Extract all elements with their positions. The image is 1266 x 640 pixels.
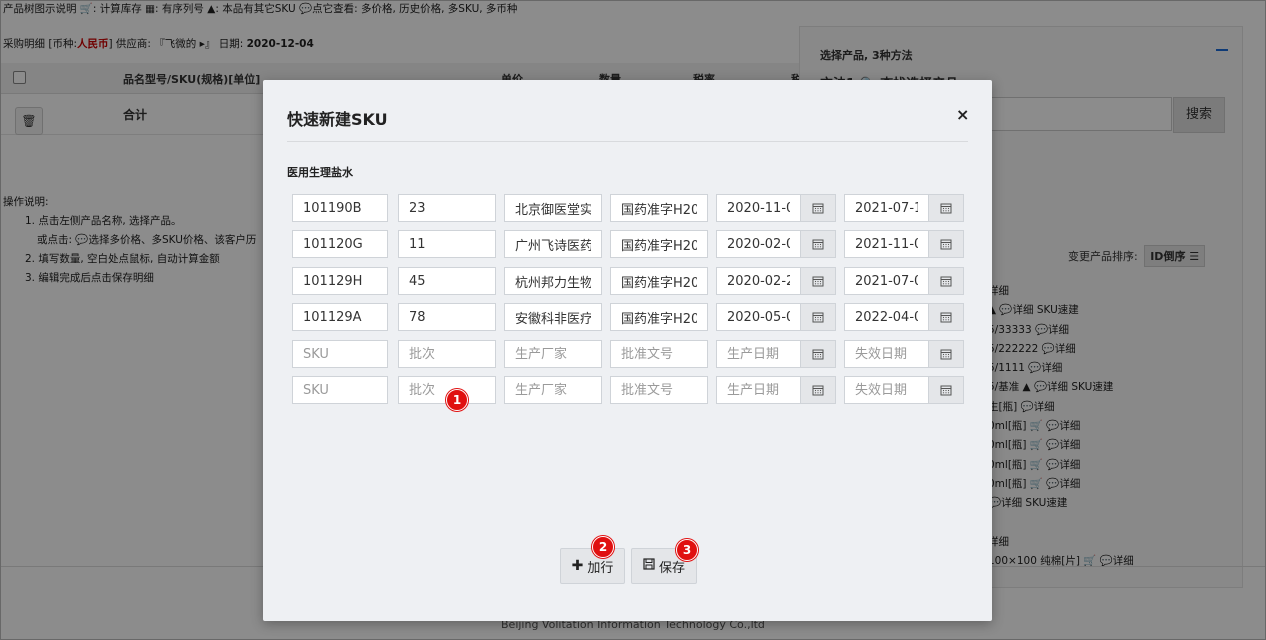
approval-field	[610, 376, 708, 404]
batch-input[interactable]	[399, 304, 495, 330]
manufacturer-field	[504, 340, 602, 368]
add-row-label: 加行	[587, 560, 614, 576]
batch-field	[398, 267, 496, 295]
annotation-badge-3: 3	[676, 539, 698, 561]
sku-field	[292, 230, 388, 258]
plus-icon: ✚	[571, 558, 584, 574]
batch-field	[398, 194, 496, 222]
manufacturer-field	[504, 267, 602, 295]
approval-input[interactable]	[611, 195, 707, 221]
calendar-icon[interactable]	[800, 268, 835, 294]
production-date-input[interactable]	[717, 304, 800, 330]
calendar-icon[interactable]	[800, 304, 835, 330]
production-date-input[interactable]	[717, 195, 800, 221]
expiry-date-picker	[844, 340, 964, 368]
batch-field	[398, 340, 496, 368]
sku-input[interactable]	[293, 268, 387, 294]
expiry-date-input[interactable]	[845, 304, 928, 330]
production-date-picker	[716, 340, 836, 368]
dialog-title: 快速新建SKU	[287, 110, 388, 129]
close-icon[interactable]: ×	[956, 105, 969, 124]
manufacturer-input[interactable]	[505, 195, 601, 221]
manufacturer-field	[504, 303, 602, 331]
production-date-picker	[716, 230, 836, 258]
expiry-date-picker	[844, 376, 964, 404]
approval-input[interactable]	[611, 304, 707, 330]
approval-input[interactable]	[611, 268, 707, 294]
dialog-divider	[287, 141, 968, 142]
expiry-date-input[interactable]	[845, 195, 928, 221]
expiry-date-picker	[844, 267, 964, 295]
production-date-input[interactable]	[717, 268, 800, 294]
manufacturer-field	[504, 376, 602, 404]
batch-field	[398, 303, 496, 331]
manufacturer-field	[504, 230, 602, 258]
approval-input[interactable]	[611, 231, 707, 257]
production-date-picker	[716, 303, 836, 331]
calendar-icon[interactable]	[800, 195, 835, 221]
approval-input[interactable]	[611, 341, 707, 367]
add-row-button[interactable]: ✚ 加行	[560, 548, 625, 584]
calendar-icon[interactable]	[928, 231, 963, 257]
batch-input[interactable]	[399, 268, 495, 294]
batch-input[interactable]	[399, 195, 495, 221]
sku-input[interactable]	[293, 195, 387, 221]
expiry-date-picker	[844, 194, 964, 222]
calendar-icon[interactable]	[928, 304, 963, 330]
calendar-icon[interactable]	[800, 231, 835, 257]
manufacturer-input[interactable]	[505, 304, 601, 330]
manufacturer-input[interactable]	[505, 231, 601, 257]
calendar-icon[interactable]	[928, 195, 963, 221]
production-date-picker	[716, 267, 836, 295]
production-date-input[interactable]	[717, 377, 800, 403]
expiry-date-picker	[844, 303, 964, 331]
production-date-input[interactable]	[717, 341, 800, 367]
sku-field	[292, 340, 388, 368]
sku-field	[292, 267, 388, 295]
approval-field	[610, 194, 708, 222]
calendar-icon[interactable]	[928, 268, 963, 294]
calendar-icon[interactable]	[928, 341, 963, 367]
production-date-input[interactable]	[717, 231, 800, 257]
calendar-icon[interactable]	[800, 377, 835, 403]
approval-field	[610, 303, 708, 331]
sku-input[interactable]	[293, 377, 387, 403]
production-date-picker	[716, 376, 836, 404]
quick-sku-dialog: 快速新建SKU × 医用生理盐水 ✚ 加行 保存	[263, 80, 992, 621]
annotation-badge-2: 2	[592, 536, 614, 558]
approval-field	[610, 340, 708, 368]
product-name: 医用生理盐水	[287, 166, 353, 179]
production-date-picker	[716, 194, 836, 222]
manufacturer-input[interactable]	[505, 341, 601, 367]
batch-input[interactable]	[399, 231, 495, 257]
approval-input[interactable]	[611, 377, 707, 403]
approval-field	[610, 267, 708, 295]
expiry-date-input[interactable]	[845, 231, 928, 257]
approval-field	[610, 230, 708, 258]
expiry-date-input[interactable]	[845, 377, 928, 403]
sku-input[interactable]	[293, 304, 387, 330]
floppy-disk-icon	[643, 558, 655, 574]
expiry-date-input[interactable]	[845, 268, 928, 294]
expiry-date-input[interactable]	[845, 341, 928, 367]
calendar-icon[interactable]	[928, 377, 963, 403]
sku-input[interactable]	[293, 341, 387, 367]
batch-field	[398, 230, 496, 258]
sku-field	[292, 376, 388, 404]
annotation-badge-1: 1	[446, 389, 468, 411]
sku-input[interactable]	[293, 231, 387, 257]
calendar-icon[interactable]	[800, 341, 835, 367]
manufacturer-field	[504, 194, 602, 222]
manufacturer-input[interactable]	[505, 377, 601, 403]
manufacturer-input[interactable]	[505, 268, 601, 294]
expiry-date-picker	[844, 230, 964, 258]
sku-field	[292, 194, 388, 222]
batch-input[interactable]	[399, 341, 495, 367]
sku-field	[292, 303, 388, 331]
